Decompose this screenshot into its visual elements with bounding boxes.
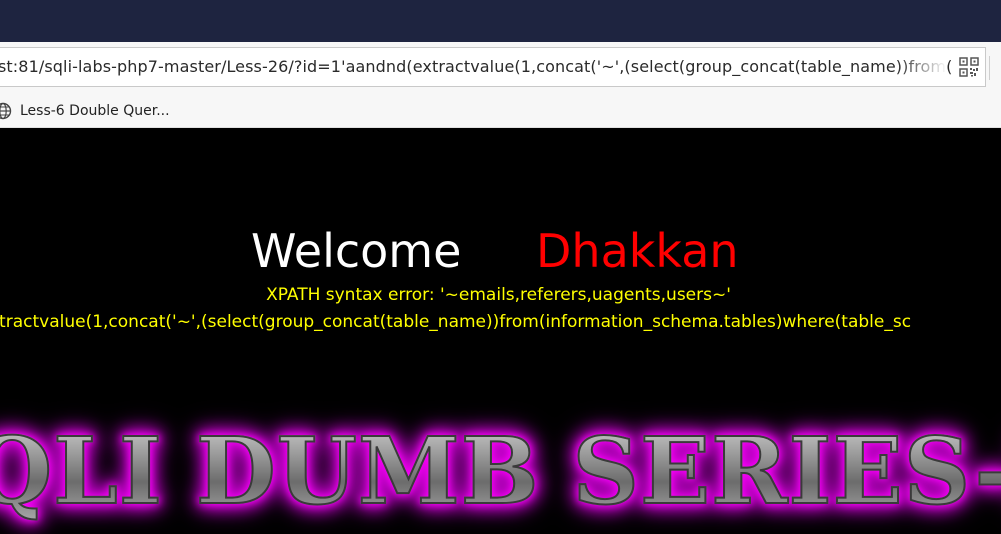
qr-code-icon[interactable] (959, 57, 979, 77)
welcome-line: Welcome Dhakkan (0, 218, 1001, 284)
url-text[interactable]: st:81/sqli-labs-php7-master/Less-26/?id=… (0, 57, 952, 76)
query-echo: xtractvalue(1,concat('~',(select(group_c… (0, 312, 912, 332)
bookmark-item[interactable]: Less-6 Double Quer... (0, 99, 170, 123)
bookmark-label: Less-6 Double Quer... (20, 103, 170, 119)
globe-icon (0, 102, 12, 120)
user-name: Dhakkan (536, 224, 739, 278)
page-content: Welcome Dhakkan XPATH syntax error: '~em… (0, 128, 1001, 534)
xpath-error-message: XPATH syntax error: '~emails,referers,ua… (0, 283, 1001, 307)
series-banner: QLI DUMB SERIES-2 (0, 416, 1001, 526)
toolbar-divider (989, 56, 990, 80)
welcome-text: Welcome (251, 224, 462, 278)
bookmarks-bar: Less-6 Double Quer... (0, 94, 1001, 128)
address-bar[interactable]: st:81/sqli-labs-php7-master/Less-26/?id=… (0, 47, 986, 87)
url-fade (897, 48, 947, 86)
browser-title-bar (0, 0, 1001, 42)
xpath-error-text: XPATH syntax error: '~emails,referers,ua… (266, 285, 731, 305)
